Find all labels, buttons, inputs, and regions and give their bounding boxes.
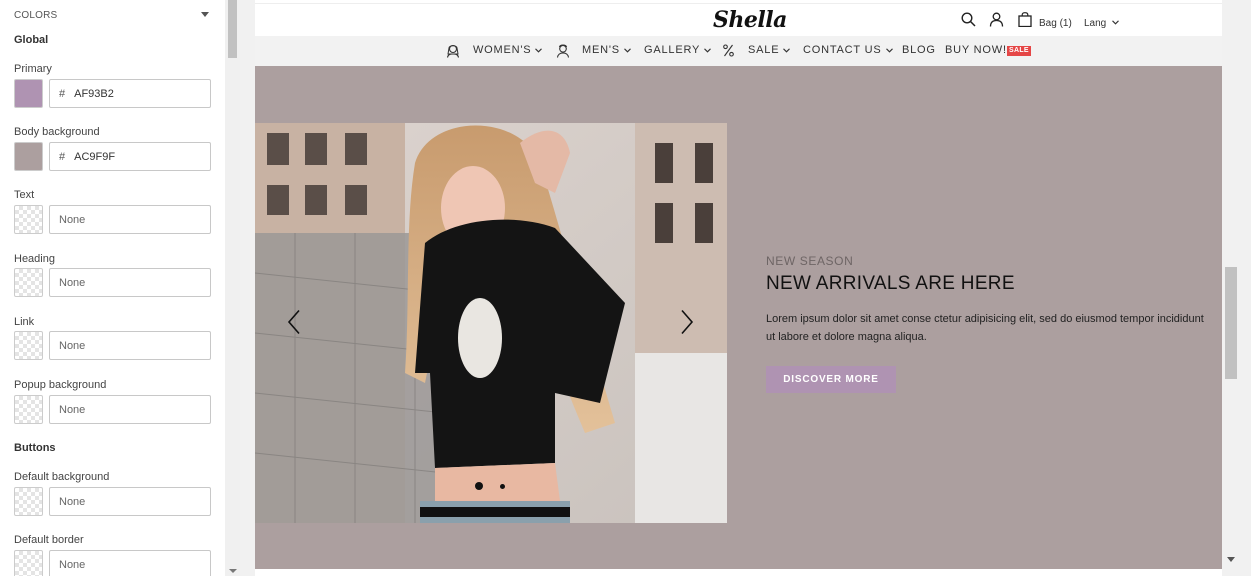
- nav-womens-label: WOMEN'S: [473, 44, 532, 56]
- hero-title: NEW ARRIVALS ARE HERE: [766, 273, 1015, 294]
- default-border-swatch[interactable]: [14, 550, 43, 576]
- hero-image: [255, 123, 727, 523]
- link-color-input[interactable]: None: [49, 331, 211, 360]
- hero-description: Lorem ipsum dolor sit amet conse ctetur …: [766, 313, 1204, 343]
- man-icon: [556, 44, 570, 58]
- nav-mens[interactable]: MEN'S: [582, 44, 631, 56]
- heading-color-label: Heading: [14, 253, 55, 265]
- woman-icon: [446, 44, 460, 58]
- heading-color-value: None: [59, 276, 86, 289]
- slide-dot[interactable]: [500, 484, 505, 489]
- panel-scrollbar-thumb[interactable]: [228, 0, 237, 58]
- body-background-value: AC9F9F: [74, 150, 116, 163]
- default-border-label: Default border: [14, 534, 84, 546]
- nav-sale[interactable]: SALE: [748, 44, 791, 56]
- default-background-value: None: [59, 495, 86, 508]
- text-color-label: Text: [14, 189, 35, 201]
- primary-color-input[interactable]: # AF93B2: [49, 79, 211, 108]
- link-color-swatch[interactable]: [14, 331, 43, 360]
- slide-dot-active[interactable]: [475, 482, 483, 490]
- nav-mens-label: MEN'S: [582, 44, 620, 56]
- text-color-swatch[interactable]: [14, 205, 43, 234]
- store-logo[interactable]: Shella: [713, 7, 787, 33]
- theme-settings-panel: COLORS Global Primary # AF93B2 Body back…: [0, 0, 225, 576]
- scroll-down-arrow-icon[interactable]: [229, 569, 237, 573]
- default-border-value: None: [59, 558, 86, 571]
- store-preview: Shella Bag (1) Lang WOMEN'S MEN'S GALLER…: [255, 0, 1222, 576]
- nav-blog[interactable]: BLOG: [902, 44, 936, 56]
- default-background-swatch[interactable]: [14, 487, 43, 516]
- nav-buy-now-label: BUY NOW!: [945, 44, 1007, 56]
- chevron-down-icon: [624, 47, 631, 53]
- default-background-label: Default background: [14, 471, 110, 483]
- primary-label: Primary: [14, 63, 52, 75]
- global-section-title: Global: [14, 34, 49, 46]
- search-icon[interactable]: [961, 12, 976, 27]
- bag-count-link[interactable]: Bag (1): [1039, 18, 1072, 29]
- scroll-down-arrow-icon[interactable]: [1227, 557, 1235, 562]
- nav-contact-us[interactable]: CONTACT US: [803, 44, 893, 56]
- body-background-label: Body background: [14, 126, 100, 138]
- previous-slide-arrow-icon[interactable]: [287, 309, 301, 335]
- user-icon[interactable]: [989, 12, 1004, 27]
- body-background-input[interactable]: # AC9F9F: [49, 142, 211, 171]
- popup-background-value: None: [59, 403, 86, 416]
- heading-color-swatch[interactable]: [14, 268, 43, 297]
- nav-contact-us-label: CONTACT US: [803, 44, 882, 56]
- primary-color-swatch[interactable]: [14, 79, 43, 108]
- sale-badge: SALE: [1007, 46, 1031, 56]
- nav-buy-now[interactable]: BUY NOW!: [945, 44, 1007, 56]
- nav-womens[interactable]: WOMEN'S: [473, 44, 543, 56]
- text-color-input[interactable]: None: [49, 205, 211, 234]
- body-background-swatch[interactable]: [14, 142, 43, 171]
- primary-color-value: AF93B2: [74, 87, 114, 100]
- discover-more-button[interactable]: DISCOVER MORE: [766, 366, 896, 393]
- heading-color-input[interactable]: None: [49, 268, 211, 297]
- nav-gallery[interactable]: GALLERY: [644, 44, 712, 56]
- next-slide-arrow-icon[interactable]: [680, 309, 694, 335]
- chevron-down-icon[interactable]: [201, 12, 209, 17]
- text-color-value: None: [59, 213, 86, 226]
- page-scrollbar-thumb[interactable]: [1225, 267, 1237, 379]
- hash-symbol: #: [59, 150, 66, 163]
- hash-symbol: #: [59, 87, 66, 100]
- hero-subtitle: NEW SEASON: [766, 254, 854, 268]
- chevron-down-icon: [704, 47, 712, 53]
- popup-background-swatch[interactable]: [14, 395, 43, 424]
- default-background-input[interactable]: None: [49, 487, 211, 516]
- default-border-input[interactable]: None: [49, 550, 211, 576]
- chevron-down-icon: [535, 47, 543, 53]
- percent-icon: [723, 44, 734, 57]
- hero-slider: NEW SEASON NEW ARRIVALS ARE HERE Lorem i…: [255, 66, 1222, 569]
- chevron-down-icon: [783, 47, 791, 53]
- link-color-value: None: [59, 339, 86, 352]
- nav-sale-label: SALE: [748, 44, 780, 56]
- nav-gallery-label: GALLERY: [644, 44, 701, 56]
- popup-background-input[interactable]: None: [49, 395, 211, 424]
- main-navigation: WOMEN'S MEN'S GALLERY SALE CONTACT US BL…: [255, 36, 1222, 66]
- chevron-down-icon[interactable]: [1112, 20, 1119, 25]
- colors-section-header[interactable]: COLORS: [14, 10, 57, 21]
- language-selector[interactable]: Lang: [1084, 18, 1106, 29]
- popup-background-label: Popup background: [14, 379, 107, 391]
- panel-scrollbar[interactable]: [225, 0, 240, 576]
- chevron-down-icon: [885, 47, 893, 53]
- nav-blog-label: BLOG: [902, 44, 936, 56]
- shopping-bag-icon[interactable]: [1018, 12, 1032, 27]
- site-header: Shella Bag (1) Lang: [255, 3, 1222, 36]
- link-color-label: Link: [14, 316, 35, 328]
- buttons-section-title: Buttons: [14, 442, 56, 454]
